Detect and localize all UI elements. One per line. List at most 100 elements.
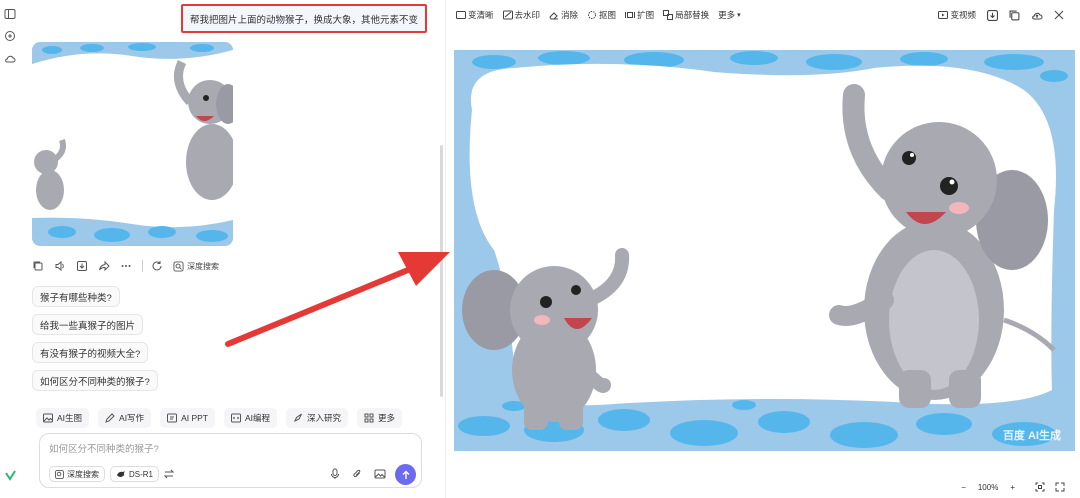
send-button[interactable] — [395, 464, 416, 485]
new-chat-icon[interactable] — [4, 30, 16, 42]
more-icon[interactable] — [120, 260, 132, 272]
tool-label: 更多 — [718, 10, 736, 20]
tool-label: 变清晰 — [468, 10, 494, 20]
tool-partial-replace[interactable]: 局部替换 — [663, 9, 709, 21]
image-preview-panel: 变清晰 去水印 消除 抠图 扩图 局部替换 更多 ▾ 变视频 百度 AI生成 −… — [446, 0, 1080, 498]
input-placeholder[interactable]: 如何区分不同种类的猴子? — [49, 441, 159, 455]
zoom-in-button[interactable]: + — [1010, 483, 1015, 492]
suggestion-text: 猴子有哪些种类? — [40, 292, 112, 304]
deep-search-label: 深度搜索 — [187, 261, 219, 271]
action-separator — [142, 260, 143, 272]
suggestion-item[interactable]: 如何区分不同种类的猴子? — [32, 370, 158, 391]
download-icon[interactable] — [987, 9, 998, 21]
input-actions — [318, 468, 386, 480]
switch-arrows-icon[interactable] — [164, 469, 175, 479]
tool-cutout[interactable]: 抠图 — [587, 9, 616, 21]
chat-panel: 帮我把图片上面的动物猴子，换成大象，其他元素不变 深度搜索 猴子有哪些种类? 给… — [20, 0, 442, 498]
cloud-upload-icon[interactable] — [1031, 10, 1043, 21]
image-icon — [43, 413, 53, 423]
zoom-level: 100% — [977, 482, 999, 492]
model-selector[interactable]: DS-R1 — [110, 466, 160, 482]
fit-screen-icon[interactable] — [1035, 482, 1045, 492]
microphone-icon[interactable] — [330, 468, 340, 480]
watermark-icon — [502, 10, 513, 20]
copy-icon[interactable] — [32, 260, 44, 272]
tool-label: 变视频 — [950, 10, 976, 20]
user-message-bubble: 帮我把图片上面的动物猴子，换成大象，其他元素不变 — [181, 4, 427, 33]
tool-label: AI写作 — [119, 413, 145, 423]
deep-search-action[interactable]: 深度搜索 — [173, 260, 219, 272]
close-icon[interactable] — [1054, 10, 1064, 20]
deep-search-icon — [173, 260, 184, 272]
elephant-illustration — [454, 50, 1075, 451]
share-icon[interactable] — [98, 260, 110, 272]
replace-icon — [663, 10, 674, 20]
expand-icon — [625, 12, 636, 18]
tool-label: 更多 — [378, 413, 396, 423]
suggestion-item[interactable]: 给我一些真猴子的图片 — [32, 314, 144, 335]
deep-search-icon — [55, 469, 64, 479]
result-thumbnail[interactable] — [32, 42, 233, 246]
user-message-text: 帮我把图片上面的动物猴子，换成大象，其他元素不变 — [189, 14, 418, 26]
zoom-controls: − 100% + — [955, 482, 1065, 492]
tool-label: 局部替换 — [675, 10, 710, 20]
response-actions: 深度搜索 — [32, 259, 219, 273]
hd-icon — [456, 11, 466, 19]
whale-icon — [117, 470, 125, 477]
suggestion-item[interactable]: 有没有猴子的视频大全? — [32, 342, 149, 363]
app-logo-icon — [5, 470, 16, 481]
deep-search-toggle[interactable]: 深度搜索 — [49, 466, 105, 482]
copy-icon[interactable] — [1009, 10, 1020, 21]
eraser-icon — [549, 12, 559, 20]
suggestion-text: 给我一些真猴子的图片 — [40, 320, 136, 332]
tool-enhance[interactable]: 变清晰 — [456, 9, 494, 21]
pill-label: DS-R1 — [129, 469, 154, 479]
attachment-icon[interactable] — [352, 468, 362, 480]
fullscreen-icon[interactable] — [1055, 482, 1065, 492]
tool-label: AI PPT — [181, 413, 208, 423]
ai-watermark: 百度 AI生成 — [1002, 430, 1061, 442]
input-options: 深度搜索 DS-R1 — [49, 466, 175, 482]
suggestion-text: 如何区分不同种类的猴子? — [40, 376, 150, 388]
to-video-button[interactable]: 变视频 — [938, 9, 976, 21]
tool-label: AI编程 — [245, 413, 271, 423]
tool-ai-writing[interactable]: AI写作 — [98, 408, 152, 428]
chat-scrollbar[interactable] — [440, 145, 443, 397]
preview-actions: 变视频 — [938, 9, 1064, 21]
arrow-up-icon — [402, 470, 409, 479]
cutout-icon — [588, 11, 597, 19]
tool-shortcuts: AI生图 AI写作 AI PPT AI编程 深入研究 更多 — [36, 408, 411, 428]
image-edit-toolbar: 变清晰 去水印 消除 抠图 扩图 局部替换 更多 ▾ — [456, 9, 750, 21]
pill-label: 深度搜索 — [67, 469, 99, 479]
tool-label: 抠图 — [599, 10, 617, 20]
sidebar-toggle-icon[interactable] — [4, 8, 16, 20]
video-icon — [938, 11, 949, 19]
tool-more[interactable]: 更多 — [357, 408, 403, 428]
tool-label: 消除 — [561, 10, 579, 20]
tool-ai-image[interactable]: AI生图 — [36, 408, 90, 428]
chat-input-box[interactable]: 如何区分不同种类的猴子? 深度搜索 DS-R1 — [39, 433, 422, 488]
thumbnail-elephant-image — [32, 42, 233, 246]
suggestion-item[interactable]: 猴子有哪些种类? — [32, 286, 120, 307]
tool-more-menu[interactable]: 更多 ▾ — [718, 9, 741, 21]
tool-expand[interactable]: 扩图 — [625, 9, 654, 21]
tool-label: 扩图 — [637, 10, 655, 20]
speaker-icon[interactable] — [54, 260, 66, 272]
cloud-icon[interactable] — [4, 53, 16, 65]
regenerate-icon[interactable] — [151, 260, 163, 272]
tool-label: 去水印 — [514, 10, 541, 20]
tool-ai-coding[interactable]: AI编程 — [224, 408, 278, 428]
image-upload-icon[interactable] — [374, 468, 386, 480]
pen-icon — [105, 413, 115, 423]
download-icon[interactable] — [76, 260, 88, 272]
code-icon — [231, 413, 241, 423]
tool-deep-research[interactable]: 深入研究 — [286, 408, 349, 428]
tool-label: AI生图 — [57, 413, 83, 423]
left-sidebar — [0, 0, 20, 498]
tool-erase[interactable]: 消除 — [549, 9, 578, 21]
chevron-down-icon: ▾ — [737, 12, 741, 19]
tool-remove-watermark[interactable]: 去水印 — [502, 9, 541, 21]
generated-image[interactable]: 百度 AI生成 — [454, 50, 1075, 451]
zoom-out-button[interactable]: − — [961, 483, 966, 492]
tool-ai-ppt[interactable]: AI PPT — [160, 408, 215, 428]
